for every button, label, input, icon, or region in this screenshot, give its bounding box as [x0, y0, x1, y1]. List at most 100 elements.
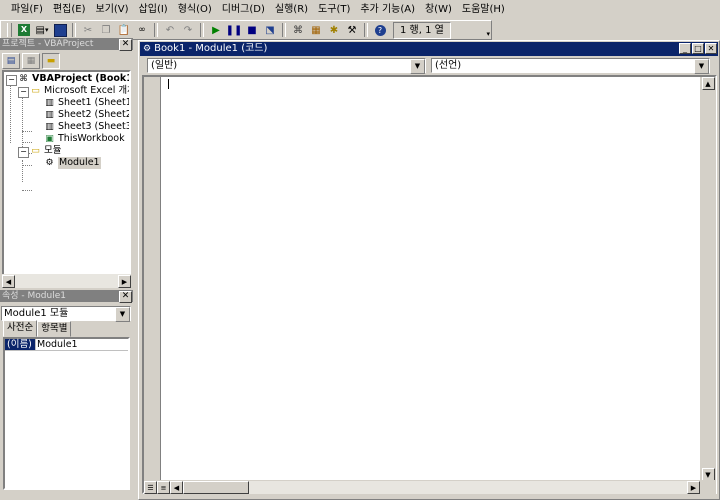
reset-button[interactable]: ■: [243, 21, 261, 39]
code-hscrollbar[interactable]: ☰ ≡ ◀ ▶: [144, 480, 716, 494]
copy-button[interactable]: ❐: [97, 21, 115, 39]
arrow-up-icon: ▲: [705, 80, 711, 88]
design-mode-icon: ⬔: [265, 24, 275, 36]
menu-file[interactable]: 파일(F): [6, 1, 48, 19]
find-button[interactable]: ∞: [133, 21, 151, 39]
tree-line: [22, 131, 32, 132]
minimize-button[interactable]: _: [679, 43, 691, 54]
redo-button[interactable]: ↷: [179, 21, 197, 39]
toggle-folders-button[interactable]: ▬: [42, 53, 60, 69]
procedure-combo-value: (선언): [435, 60, 462, 71]
toolbar-grip[interactable]: [7, 23, 12, 37]
object-select-dropdown-button[interactable]: ▼: [115, 307, 130, 322]
run-button[interactable]: ▶: [207, 21, 225, 39]
cut-icon: ✂: [83, 24, 93, 36]
maximize-button[interactable]: □: [692, 43, 704, 54]
menu-debug[interactable]: 디버그(D): [217, 1, 270, 19]
procedure-combo[interactable]: (선언) ▼: [431, 58, 710, 74]
scroll-left-button[interactable]: ◀: [170, 480, 183, 494]
object-combo-dropdown-button[interactable]: ▼: [410, 59, 425, 74]
object-select[interactable]: Module1 모듈 ▼: [1, 306, 131, 322]
tree-node-modules[interactable]: ▭ 모듈: [29, 145, 61, 157]
toolbox-button[interactable]: ⚒: [343, 21, 361, 39]
menu-run[interactable]: 실행(R): [270, 1, 313, 19]
workbook-icon: ▣: [45, 134, 54, 144]
module-icon: ⚙: [45, 158, 54, 168]
procedure-combo-dropdown-button[interactable]: ▼: [694, 59, 709, 74]
tree-node-thisworkbook[interactable]: ▣ ThisWorkbook: [43, 133, 124, 145]
design-mode-button[interactable]: ⬔: [261, 21, 279, 39]
menu-insert[interactable]: 삽입(I): [134, 1, 173, 19]
standard-toolbar: X ▤ ▾ ✂ ❐ 📋 ∞ ↶ ↷ ▶ ❚❚ ■ ⬔ ⌘ ▦ ✱ ⚒ ? 1 행,…: [0, 20, 492, 40]
properties-window-button[interactable]: ▦: [307, 21, 325, 39]
menu-addins[interactable]: 추가 기능(A): [355, 1, 420, 19]
menu-tools[interactable]: 도구(T): [313, 1, 355, 19]
undo-button[interactable]: ↶: [161, 21, 179, 39]
scroll-thumb[interactable]: [183, 480, 249, 494]
tab-categorized[interactable]: 항목별: [37, 321, 72, 337]
scroll-up-button[interactable]: ▲: [701, 77, 715, 90]
tree-node-excel-objects[interactable]: ▭ Microsoft Excel 개체: [29, 85, 129, 97]
folder-icon: ▬: [46, 56, 56, 66]
cut-button[interactable]: ✂: [79, 21, 97, 39]
text-caret: [168, 79, 169, 89]
project-explorer-button[interactable]: ⌘: [289, 21, 307, 39]
object-combo[interactable]: (일반) ▼: [147, 58, 426, 74]
save-button[interactable]: [51, 21, 69, 39]
code-editor[interactable]: ▲ ▼ ☰ ≡ ◀ ▶: [142, 75, 717, 494]
properties-title-bar[interactable]: 속성 - Module1 ✕: [0, 290, 133, 303]
properties-tabs: 사전순 항목별: [3, 320, 131, 337]
save-icon: [53, 23, 67, 37]
menu-edit[interactable]: 편집(E): [48, 1, 91, 19]
close-button[interactable]: ✕: [705, 43, 717, 54]
paste-button[interactable]: 📋: [115, 21, 133, 39]
tree-node-sheet1[interactable]: ▥ Sheet1 (Sheet1): [43, 97, 131, 109]
toolbar-separator: [200, 23, 204, 37]
margin-indicator-bar[interactable]: [144, 77, 161, 481]
tree-node-label: Sheet1 (Sheet1): [58, 97, 131, 108]
menu-window[interactable]: 창(W): [420, 1, 457, 19]
tree-collapse-root[interactable]: −: [6, 75, 17, 86]
project-explorer-title-bar[interactable]: 프로젝트 - VBAProject ✕: [0, 38, 133, 51]
full-module-view-button[interactable]: ≡: [157, 480, 170, 494]
tree-line: [22, 142, 32, 143]
full-module-view-icon: ≡: [160, 483, 167, 492]
close-icon: ✕: [121, 39, 130, 49]
toolbar-options-icon[interactable]: ▾: [486, 30, 490, 38]
object-browser-button[interactable]: ✱: [325, 21, 343, 39]
property-value[interactable]: Module1: [37, 339, 78, 351]
view-code-button[interactable]: ▤: [2, 53, 20, 69]
insert-module-button[interactable]: ▤ ▾: [33, 21, 51, 39]
tree-node-label: VBAProject (Book1): [32, 73, 131, 84]
tab-alphabetic[interactable]: 사전순: [3, 320, 38, 337]
tree-node-sheet3[interactable]: ▥ Sheet3 (Sheet3): [43, 121, 129, 133]
menu-help[interactable]: 도움말(H): [457, 1, 510, 19]
code-window-title-bar[interactable]: ⚙ Book1 - Module1 (코드) _ □ ✕: [140, 42, 718, 56]
tree-node-module1[interactable]: ⚙ Module1: [43, 157, 101, 169]
scroll-left-button[interactable]: ◀: [2, 274, 15, 288]
tree-node-label: Module1: [58, 157, 101, 169]
tree-node-project[interactable]: ⌘ VBAProject (Book1): [17, 73, 131, 85]
menu-view[interactable]: 보기(V): [91, 1, 134, 19]
scroll-right-button[interactable]: ▶: [118, 274, 131, 288]
arrow-down-icon: ▼: [705, 471, 711, 479]
project-explorer-close-button[interactable]: ✕: [119, 39, 132, 51]
properties-close-button[interactable]: ✕: [119, 291, 132, 303]
tree-node-sheet2[interactable]: ▥ Sheet2 (Sheet2): [43, 109, 129, 121]
view-excel-button[interactable]: X: [15, 21, 33, 39]
undo-icon: ↶: [165, 24, 175, 36]
tree-line: [22, 160, 23, 182]
dropdown-arrow-icon: ▼: [698, 62, 705, 70]
property-row-name[interactable]: (이름) Module1: [5, 339, 128, 351]
scroll-track[interactable]: [249, 480, 687, 494]
scroll-right-button[interactable]: ▶: [687, 480, 700, 494]
view-object-button[interactable]: ▦: [22, 53, 40, 69]
procedure-view-button[interactable]: ☰: [144, 480, 157, 494]
tree-collapse-excel-objects[interactable]: −: [18, 87, 29, 98]
break-button[interactable]: ❚❚: [225, 21, 243, 39]
menu-format[interactable]: 형식(O): [173, 1, 217, 19]
help-button[interactable]: ?: [371, 21, 389, 39]
project-tree-hscrollbar[interactable]: ◀ ▶: [2, 274, 131, 288]
code-vscrollbar[interactable]: ▲ ▼: [700, 77, 716, 481]
tree-collapse-modules[interactable]: −: [18, 147, 29, 158]
